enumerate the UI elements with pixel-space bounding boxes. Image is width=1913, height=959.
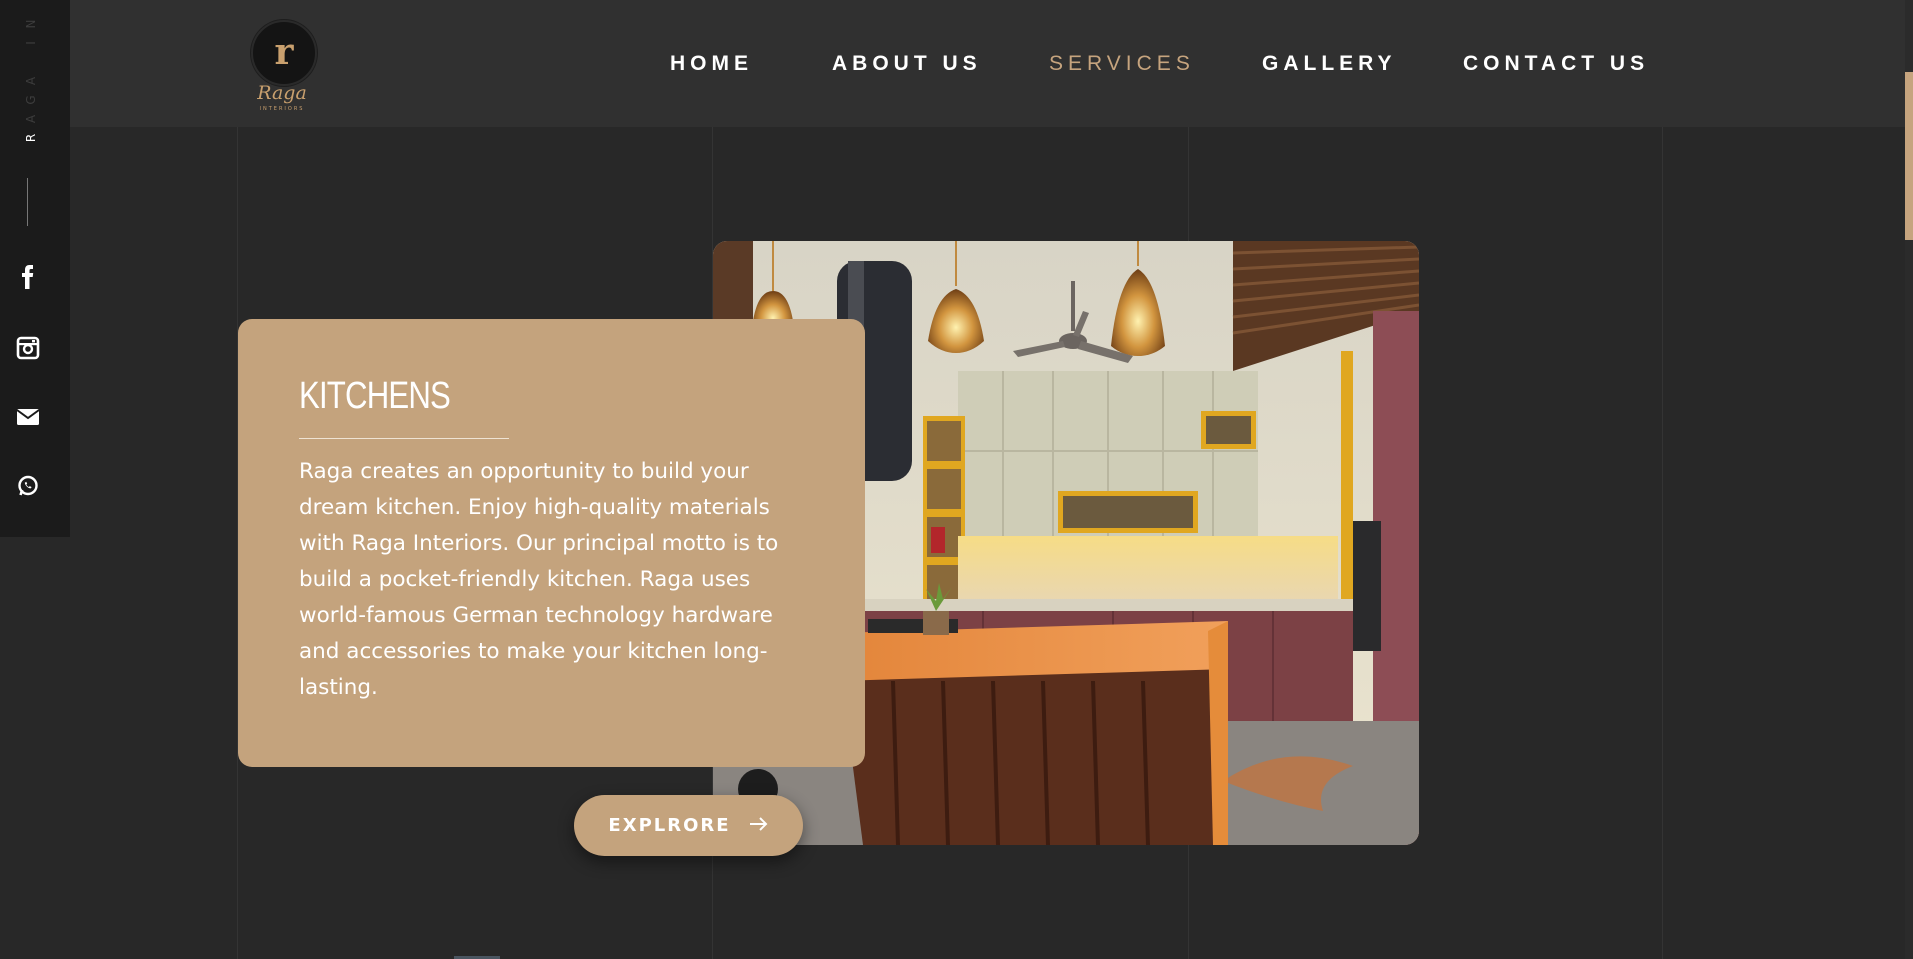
service-card: KITCHENS Raga creates an opportunity to … — [238, 319, 865, 767]
service-description: Raga creates an opportunity to build you… — [299, 459, 779, 700]
nav-contact-us[interactable]: CONTACT US — [1463, 52, 1649, 76]
rail-brand-letter: G — [24, 93, 38, 105]
title-underline — [299, 438, 509, 439]
arrow-right-icon — [749, 816, 769, 836]
site-header: r Raga INTERIORS HOME ABOUT US SERVICES … — [0, 0, 1913, 127]
scrollbar-thumb[interactable] — [1905, 72, 1913, 240]
nav-home[interactable]: HOME — [670, 52, 753, 76]
whatsapp-icon[interactable] — [14, 472, 42, 500]
explore-button-label: EXPLRORE — [608, 815, 731, 836]
service-title: KITCHENS — [299, 375, 451, 417]
logo-tagline: INTERIORS — [259, 106, 305, 112]
social-rail: RAGA IN — [0, 0, 70, 537]
rail-brand-letter: I — [24, 39, 38, 45]
logo-letter: r — [274, 31, 294, 73]
rail-divider — [27, 178, 28, 226]
scrollbar-track[interactable] — [1905, 0, 1913, 959]
nav-gallery[interactable]: GALLERY — [1262, 52, 1397, 76]
nav-services[interactable]: SERVICES — [1049, 52, 1195, 76]
rail-brand-letter: A — [24, 74, 38, 86]
rail-brand-letter: A — [24, 112, 38, 124]
rail-brand-text: RAGA IN — [21, 0, 41, 143]
mail-icon[interactable] — [14, 403, 42, 431]
instagram-icon[interactable] — [14, 334, 42, 362]
brand-logo[interactable]: r Raga INTERIORS — [247, 20, 317, 115]
facebook-icon[interactable] — [14, 263, 42, 291]
logo-wordmark: Raga — [257, 82, 307, 104]
guide-line — [1662, 0, 1663, 959]
explore-button[interactable]: EXPLRORE — [574, 795, 803, 856]
rail-brand-letter: N — [24, 17, 38, 29]
rail-brand-letter: R — [24, 131, 38, 143]
nav-about-us[interactable]: ABOUT US — [832, 52, 982, 76]
logo-badge: r — [251, 20, 317, 86]
